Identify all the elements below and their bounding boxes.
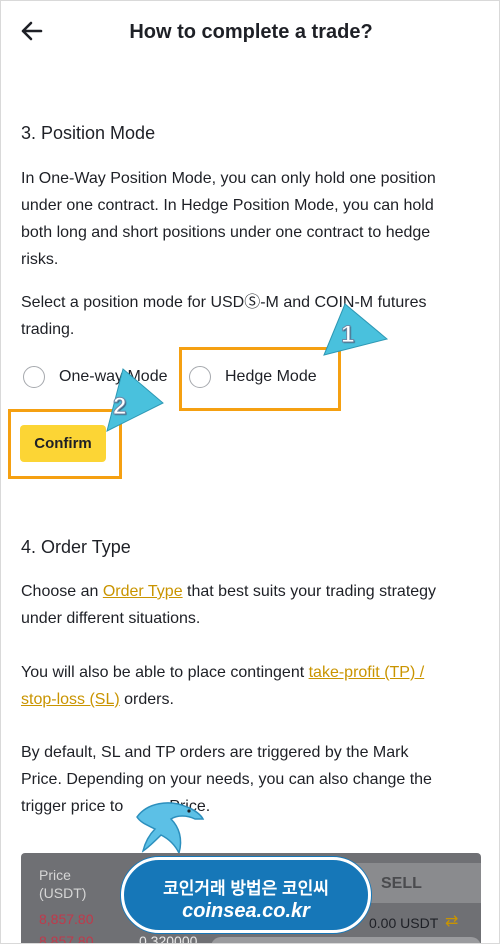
transfer-icon: ⇄: [445, 913, 459, 930]
watermark-domain: coinsea.co.kr: [182, 900, 310, 922]
callout-arrow-2-icon: [106, 368, 164, 432]
text-fragment: Choose an: [21, 583, 103, 600]
trigger-price-paragraph: By default, SL and TP orders are trigger…: [21, 739, 481, 820]
take-profit-link[interactable]: take-profit (TP) /: [309, 664, 425, 681]
sell-label: SELL: [381, 875, 422, 892]
order-input-bar: [211, 937, 481, 943]
select-mode-instruction: Select a position mode for USDⓈ-M and CO…: [21, 289, 481, 343]
position-mode-description: In One-Way Position Mode, you can only h…: [21, 165, 481, 273]
watermark-text: 코인거래 방법은 코인씨: [163, 879, 329, 898]
order-type-link[interactable]: Order Type: [103, 583, 183, 600]
price-unit-label: (USDT): [39, 885, 87, 901]
text-line: trigger price to Price.: [21, 793, 481, 820]
price-column-label: Price: [39, 867, 71, 883]
text-line: stop-loss (SL) orders.: [21, 686, 481, 713]
text-line: Select a position mode for USDⓈ-M and CO…: [21, 294, 427, 311]
text-fragment: orders.: [119, 691, 174, 708]
text-line: By default, SL and TP orders are trigger…: [21, 744, 409, 761]
order-type-paragraph: Choose an Order Type that best suits you…: [21, 578, 481, 632]
text-line: risks.: [21, 251, 59, 268]
one-way-radio[interactable]: [23, 366, 45, 388]
text-line: Price. Depending on your needs, you can …: [21, 771, 432, 788]
price-value: 8,857.80: [39, 911, 94, 927]
text-fragment: that best suits your trading strategy: [182, 583, 437, 600]
watermark-badge: 코인거래 방법은 코인씨 coinsea.co.kr: [121, 857, 371, 933]
callout-arrow-1-icon: [323, 303, 389, 356]
header: How to complete a trade?: [1, 1, 499, 65]
text-line: You will also be able to place contingen…: [21, 659, 481, 686]
page-title: How to complete a trade?: [129, 21, 373, 43]
callout-number-2: 2: [112, 393, 127, 421]
amount-value: 0.320000: [139, 933, 198, 944]
callout-number-1: 1: [340, 321, 355, 349]
tp-sl-paragraph: You will also be able to place contingen…: [21, 659, 481, 713]
section-title-order-type: 4. Order Type: [21, 537, 131, 557]
text-line: under one contract. In Hedge Position Mo…: [21, 197, 434, 214]
app-screen: How to complete a trade? 3. Position Mod…: [0, 0, 500, 944]
price-value: 8,857.80: [39, 933, 94, 944]
text-line: In One-Way Position Mode, you can only h…: [21, 170, 436, 187]
highlight-box-hedge-mode: [179, 347, 341, 411]
balance-value: 0.00 USDT: [369, 915, 439, 931]
text-fragment: You will also be able to place contingen…: [21, 664, 309, 681]
text-line: trading.: [21, 321, 75, 338]
text-line: both long and short positions under one …: [21, 224, 431, 241]
text-line: under different situations.: [21, 610, 201, 627]
text-fragment: trigger price to: [21, 798, 124, 815]
stop-loss-link[interactable]: stop-loss (SL): [21, 691, 120, 708]
text-line: Choose an Order Type that best suits you…: [21, 578, 481, 605]
section-title-position-mode: 3. Position Mode: [21, 123, 156, 143]
